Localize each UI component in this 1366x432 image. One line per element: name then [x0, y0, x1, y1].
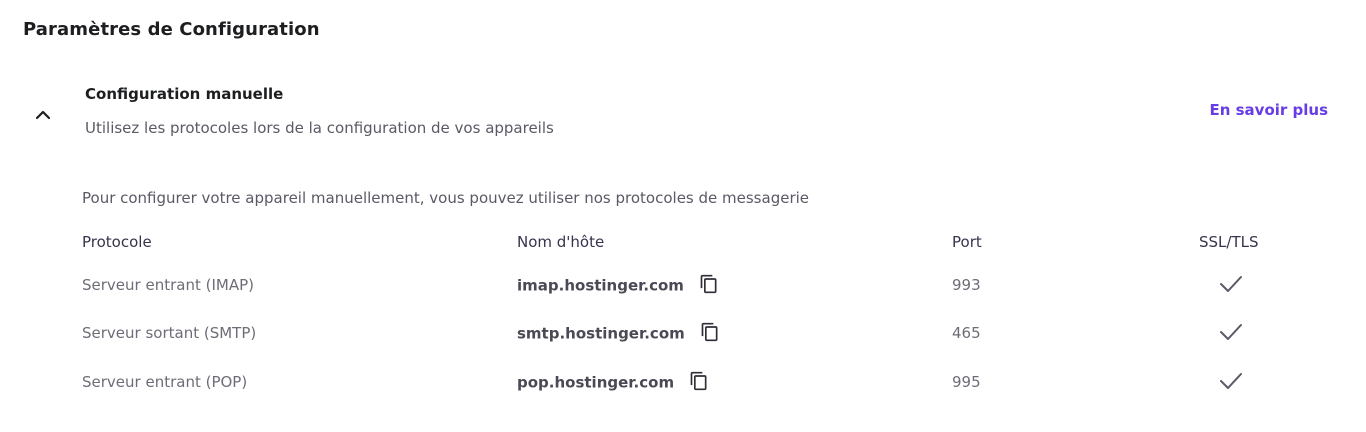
- hostname-cell: smtp.hostinger.com: [517, 322, 720, 344]
- section-title: Configuration manuelle: [85, 85, 284, 103]
- collapse-toggle-button[interactable]: [30, 104, 56, 126]
- section-subtitle: Utilisez les protocoles lors de la confi…: [85, 119, 554, 137]
- hostname-value: pop.hostinger.com: [517, 373, 675, 392]
- page-title: Paramètres de Configuration: [23, 19, 320, 40]
- check-icon: [1220, 373, 1242, 389]
- learn-more-link[interactable]: En savoir plus: [1209, 101, 1328, 119]
- check-icon: [1220, 276, 1242, 292]
- hostname-value: smtp.hostinger.com: [517, 324, 685, 343]
- column-header-protocol: Protocole: [82, 233, 152, 251]
- protocol-cell: Serveur sortant (SMTP): [82, 324, 257, 342]
- column-header-ssl: SSL/TLS: [1199, 233, 1259, 251]
- copy-icon: [700, 274, 717, 294]
- column-header-port: Port: [952, 233, 982, 251]
- port-cell: 993: [952, 276, 981, 294]
- protocol-cell: Serveur entrant (POP): [82, 373, 248, 391]
- copy-hostname-button[interactable]: [700, 322, 720, 342]
- hostname-value: imap.hostinger.com: [517, 276, 684, 295]
- protocol-cell: Serveur entrant (IMAP): [82, 276, 254, 294]
- copy-hostname-button[interactable]: [699, 274, 719, 294]
- port-cell: 465: [952, 324, 981, 342]
- hostname-cell: pop.hostinger.com: [517, 371, 709, 393]
- port-cell: 995: [952, 373, 981, 391]
- copy-hostname-button[interactable]: [689, 371, 709, 391]
- chevron-up-icon: [35, 110, 51, 120]
- intro-text: Pour configurer votre appareil manuellem…: [82, 189, 810, 207]
- copy-icon: [701, 322, 718, 342]
- check-icon: [1220, 324, 1242, 340]
- copy-icon: [690, 371, 707, 391]
- column-header-hostname: Nom d'hôte: [517, 233, 605, 251]
- hostname-cell: imap.hostinger.com: [517, 274, 719, 296]
